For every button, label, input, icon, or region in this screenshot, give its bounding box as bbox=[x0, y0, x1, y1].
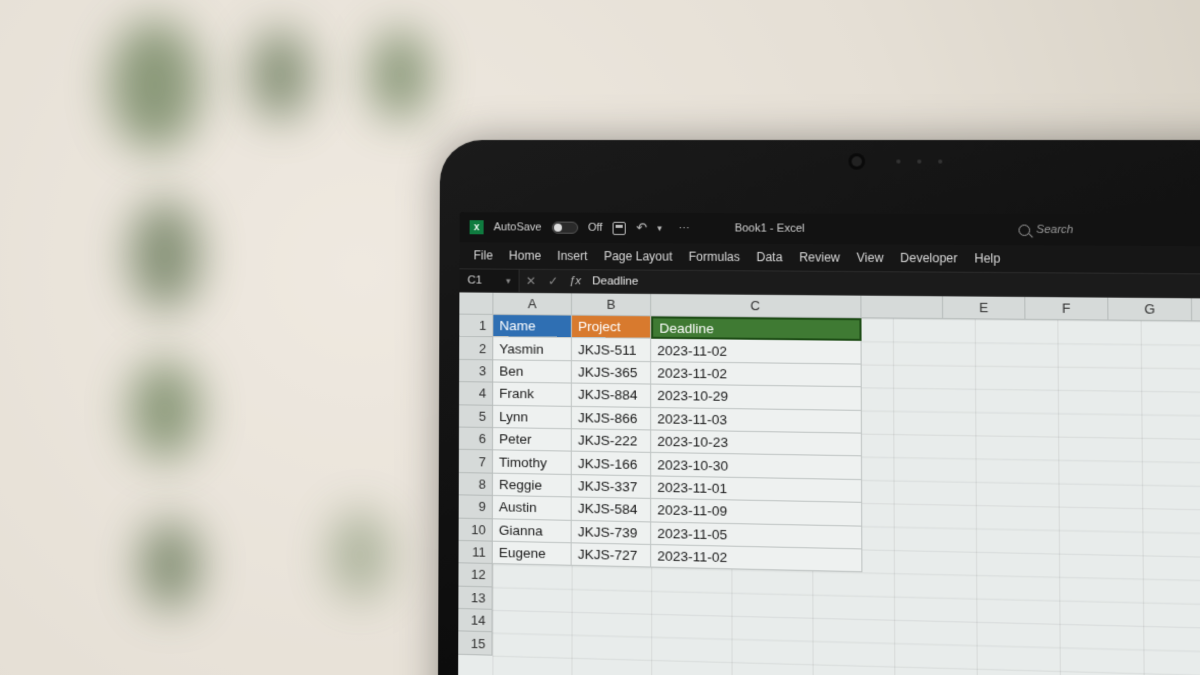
row-header-11[interactable]: 11 bbox=[459, 541, 493, 564]
row-header-3[interactable]: 3 bbox=[459, 360, 493, 383]
tab-page-layout[interactable]: Page Layout bbox=[604, 249, 673, 264]
cell-A8[interactable]: Reggie bbox=[493, 473, 572, 497]
title-bar: AutoSave Off ↶ ▾ ⋯ Book1 - Excel Search bbox=[460, 212, 1200, 247]
cell-A11[interactable]: Eugene bbox=[493, 542, 572, 567]
cell-A3[interactable]: Ben bbox=[493, 360, 572, 384]
tab-view[interactable]: View bbox=[857, 251, 884, 266]
row-header-5[interactable]: 5 bbox=[459, 405, 493, 428]
cell-C5[interactable]: 2023-11-03 bbox=[651, 408, 862, 434]
row-header-12[interactable]: 12 bbox=[458, 564, 492, 588]
col-header-F[interactable]: F bbox=[1025, 297, 1108, 321]
row-header-14[interactable]: 14 bbox=[458, 609, 492, 633]
cell-A9[interactable]: Austin bbox=[493, 496, 572, 520]
formula-value[interactable]: Deadline bbox=[586, 275, 638, 288]
search-box[interactable]: Search bbox=[1018, 224, 1073, 237]
row-header-9[interactable]: 9 bbox=[459, 495, 493, 518]
cell-B7[interactable]: JKJS-166 bbox=[572, 452, 651, 476]
col-header-G[interactable]: G bbox=[1108, 298, 1192, 322]
col-header-E[interactable]: E bbox=[943, 296, 1025, 319]
cell-B4[interactable]: JKJS-884 bbox=[572, 384, 651, 408]
row-header-1[interactable]: 1 bbox=[459, 315, 493, 338]
cancel-icon[interactable]: ✕ bbox=[520, 274, 542, 288]
webcam bbox=[852, 156, 862, 166]
cell-B3[interactable]: JKJS-365 bbox=[572, 361, 651, 385]
tab-developer[interactable]: Developer bbox=[900, 251, 957, 266]
fx-icon[interactable]: ƒx bbox=[564, 275, 586, 287]
screen: AutoSave Off ↶ ▾ ⋯ Book1 - Excel Search … bbox=[458, 212, 1200, 675]
autosave-toggle[interactable] bbox=[552, 222, 578, 234]
save-icon[interactable] bbox=[613, 221, 626, 234]
row-header-2[interactable]: 2 bbox=[459, 337, 493, 360]
qat-overflow-icon[interactable]: ⋯ bbox=[678, 222, 689, 235]
cell-C3[interactable]: 2023-11-02 bbox=[651, 362, 862, 387]
tab-insert[interactable]: Insert bbox=[557, 249, 587, 263]
cell-B10[interactable]: JKJS-739 bbox=[572, 520, 652, 545]
row-header-13[interactable]: 13 bbox=[458, 586, 492, 610]
col-header-C[interactable]: C bbox=[651, 294, 861, 318]
row-header-4[interactable]: 4 bbox=[459, 382, 493, 405]
search-icon bbox=[1018, 224, 1030, 235]
col-header-A[interactable]: A bbox=[493, 293, 572, 316]
cell-C4[interactable]: 2023-10-29 bbox=[651, 385, 862, 411]
tab-formulas[interactable]: Formulas bbox=[689, 250, 740, 265]
cell-A7[interactable]: Timothy bbox=[493, 451, 572, 475]
autosave-state: Off bbox=[588, 222, 603, 234]
row-header-8[interactable]: 8 bbox=[459, 473, 493, 496]
cell-B11[interactable]: JKJS-727 bbox=[572, 543, 652, 568]
enter-icon[interactable]: ✓ bbox=[542, 274, 564, 288]
cell-C11[interactable]: 2023-11-02 bbox=[651, 545, 862, 573]
cell-A6[interactable]: Peter bbox=[493, 428, 572, 452]
name-box[interactable]: C1▾ bbox=[459, 269, 519, 292]
cell-A5[interactable]: Lynn bbox=[493, 405, 572, 429]
cell-C2[interactable]: 2023-11-02 bbox=[651, 339, 861, 364]
cell-C6[interactable]: 2023-10-23 bbox=[651, 430, 862, 456]
col-header-D[interactable] bbox=[861, 296, 943, 319]
laptop-bezel: AutoSave Off ↶ ▾ ⋯ Book1 - Excel Search … bbox=[438, 140, 1200, 675]
search-placeholder: Search bbox=[1036, 224, 1073, 237]
autosave-label: AutoSave bbox=[494, 221, 542, 233]
cell-A1[interactable]: Name bbox=[493, 315, 572, 338]
cell-B2[interactable]: JKJS-511 bbox=[572, 338, 651, 362]
cells: Name Project Deadline YasminJKJS-5112023… bbox=[493, 315, 863, 573]
tab-home[interactable]: Home bbox=[509, 249, 541, 263]
row-header-6[interactable]: 6 bbox=[459, 428, 493, 451]
col-header-H[interactable]: H bbox=[1192, 298, 1200, 322]
tab-help[interactable]: Help bbox=[974, 251, 1000, 266]
select-all-corner[interactable] bbox=[459, 292, 493, 314]
document-title: Book1 - Excel bbox=[735, 222, 805, 235]
row-header-15[interactable]: 15 bbox=[458, 632, 492, 656]
excel-logo-icon bbox=[470, 220, 484, 234]
undo-dropdown-icon[interactable]: ▾ bbox=[657, 222, 662, 233]
laptop: AutoSave Off ↶ ▾ ⋯ Book1 - Excel Search … bbox=[438, 140, 1200, 675]
tab-file[interactable]: File bbox=[473, 248, 492, 262]
tab-data[interactable]: Data bbox=[756, 250, 782, 264]
cell-B6[interactable]: JKJS-222 bbox=[572, 429, 651, 453]
spreadsheet-grid[interactable]: A B C E F G H 123456789101112131415 Name… bbox=[458, 292, 1200, 675]
tab-review[interactable]: Review bbox=[799, 250, 840, 265]
col-header-B[interactable]: B bbox=[572, 293, 651, 316]
row-header-10[interactable]: 10 bbox=[459, 518, 493, 541]
cell-B9[interactable]: JKJS-584 bbox=[572, 498, 652, 522]
cell-B8[interactable]: JKJS-337 bbox=[572, 475, 651, 499]
cell-A4[interactable]: Frank bbox=[493, 383, 572, 407]
cell-C1[interactable]: Deadline bbox=[651, 316, 861, 341]
cell-B5[interactable]: JKJS-866 bbox=[572, 406, 651, 430]
row-headers: 123456789101112131415 bbox=[458, 315, 493, 656]
cell-A10[interactable]: Gianna bbox=[493, 519, 572, 543]
cell-B1[interactable]: Project bbox=[572, 316, 651, 339]
cell-A2[interactable]: Yasmin bbox=[493, 338, 572, 362]
undo-icon[interactable]: ↶ bbox=[636, 220, 647, 236]
row-header-7[interactable]: 7 bbox=[459, 450, 493, 473]
